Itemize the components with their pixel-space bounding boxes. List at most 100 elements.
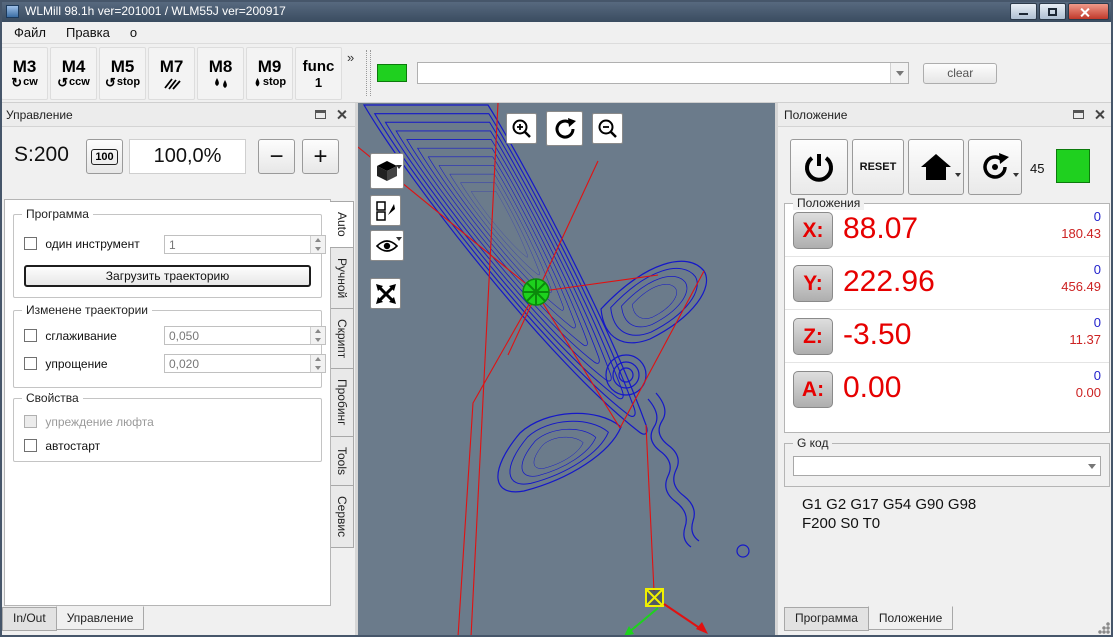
- reset-button[interactable]: RESET: [852, 139, 904, 195]
- toolpath-view[interactable]: [358, 103, 775, 637]
- y-axis-badge[interactable]: Y:: [793, 265, 833, 302]
- coolant-drops-icon: [214, 77, 227, 88]
- home-button[interactable]: [908, 139, 964, 195]
- tab-tools[interactable]: Tools: [331, 435, 354, 486]
- spindle-rotate-icon: [983, 153, 1009, 179]
- z-axis-badge[interactable]: Z:: [793, 318, 833, 355]
- feed-override-display: 100,0%: [129, 139, 246, 174]
- edit-path-button[interactable]: [370, 195, 401, 226]
- menu-edit[interactable]: Правка: [56, 23, 120, 42]
- spinbox-arrows[interactable]: [310, 236, 325, 253]
- menu-file[interactable]: Файл: [4, 23, 56, 42]
- status-indicator: [377, 64, 408, 82]
- m3-spindle-cw-button[interactable]: M3 ↻ cw: [1, 46, 48, 100]
- tab-manual[interactable]: Ручной: [331, 246, 354, 309]
- tool-number-spinbox[interactable]: 1: [164, 235, 326, 254]
- m9-coolant-stop-button[interactable]: M9 stop: [246, 46, 293, 100]
- clear-button[interactable]: clear: [923, 62, 998, 84]
- gcode-line-2: F200 S0 T0: [802, 515, 881, 532]
- axis-row-x: X: 88.07 0 180.43: [785, 204, 1109, 257]
- feed-increase-button[interactable]: +: [302, 139, 339, 174]
- autostart-row: автостарт: [24, 439, 100, 453]
- minimize-button[interactable]: [1010, 2, 1037, 20]
- x-axis-limit: 180.43: [1061, 226, 1101, 241]
- left-dock-tabs: In/Out Управление: [2, 606, 145, 631]
- autostart-checkbox[interactable]: [24, 439, 37, 452]
- simplify-spinbox[interactable]: 0,020: [164, 354, 326, 373]
- home-icon: [921, 154, 951, 180]
- zoom-out-button[interactable]: [592, 113, 623, 144]
- a-axis-limit: 0.00: [1075, 385, 1101, 400]
- modal-gcode-state: G1 G2 G17 G54 G90 G98 F200 S0 T0: [802, 495, 976, 533]
- func1-button[interactable]: func 1: [295, 46, 342, 100]
- stop-arrow-icon: ↺: [104, 75, 116, 90]
- smoothing-row: сглаживание: [24, 329, 117, 343]
- x-axis-badge[interactable]: X:: [793, 212, 833, 249]
- mode-tabs: Auto Ручной Скрипт Пробинг Tools Сервис: [330, 201, 358, 548]
- tab-inout[interactable]: In/Out: [2, 607, 57, 631]
- combobox-arrow-icon[interactable]: [890, 63, 909, 83]
- m8-coolant-on-button[interactable]: M8: [197, 46, 244, 100]
- single-tool-checkbox[interactable]: [24, 237, 37, 250]
- float-panel-icon[interactable]: [315, 110, 326, 119]
- tab-script[interactable]: Скрипт: [331, 307, 354, 370]
- visibility-button[interactable]: [370, 230, 404, 261]
- fit-view-button[interactable]: [370, 278, 401, 309]
- power-icon: [805, 154, 833, 182]
- view-mode-button[interactable]: [370, 153, 404, 189]
- load-trajectory-button[interactable]: Загрузить траекторию: [24, 265, 311, 287]
- toolbar: M3 ↻ cw M4 ↺ ccw M5 ↺ stop M7 M8 M9 stop…: [0, 44, 1113, 103]
- tab-control[interactable]: Управление: [55, 606, 145, 630]
- zoom-in-button[interactable]: [506, 113, 537, 144]
- close-panel-icon[interactable]: [1094, 109, 1105, 120]
- tab-position[interactable]: Положение: [867, 606, 954, 630]
- properties-group: Свойства упреждение люфта автостарт: [13, 391, 322, 462]
- maximize-button[interactable]: [1039, 2, 1066, 20]
- axis-row-z: Z: -3.50 0 11.37: [785, 310, 1109, 363]
- toolbar-overflow-chevron[interactable]: »: [347, 44, 354, 65]
- tab-auto[interactable]: Auto: [330, 201, 354, 248]
- close-button[interactable]: [1068, 2, 1109, 20]
- window-title: WLMill 98.1h ver=201001 / WLM55J ver=200…: [25, 4, 286, 18]
- control-panel-title: Управление: [6, 107, 73, 122]
- tab-probing[interactable]: Пробинг: [331, 368, 354, 437]
- simplify-checkbox[interactable]: [24, 357, 37, 370]
- speed-reset-100-button[interactable]: 100: [86, 139, 123, 174]
- y-axis-limit: 456.49: [1061, 279, 1101, 294]
- resize-grip[interactable]: [1098, 622, 1110, 634]
- wlmill-window: WLMill 98.1h ver=201001 / WLM55J ver=200…: [0, 0, 1113, 637]
- maximize-icon: [1048, 7, 1057, 16]
- gcode-combobox[interactable]: [793, 456, 1101, 476]
- backlash-row: упреждение люфта: [24, 415, 154, 429]
- spindle-orient-button[interactable]: [968, 139, 1022, 195]
- backlash-checkbox: [24, 415, 37, 428]
- modify-trajectory-group: Изменене траектории сглаживание 0,050 уп…: [13, 303, 326, 388]
- control-panel-titlebar: Управление: [0, 103, 355, 127]
- m5-spindle-stop-button[interactable]: M5 ↺ stop: [99, 46, 146, 100]
- close-panel-icon[interactable]: [336, 109, 347, 120]
- float-panel-icon[interactable]: [1073, 110, 1084, 119]
- machine-status-indicator: [1056, 149, 1090, 183]
- zoom-in-icon: [512, 119, 531, 138]
- smoothing-spinbox[interactable]: 0,050: [164, 326, 326, 345]
- air-blast-icon: [163, 77, 181, 90]
- single-tool-row: один инструмент: [24, 237, 140, 251]
- command-combobox[interactable]: [417, 62, 910, 84]
- y-axis-zero: 0: [1093, 262, 1101, 277]
- rotate-view-button[interactable]: [546, 111, 583, 146]
- power-button[interactable]: [790, 139, 848, 195]
- menu-about[interactable]: о: [120, 23, 147, 42]
- m4-spindle-ccw-button[interactable]: M4 ↺ ccw: [50, 46, 97, 100]
- gcode-group: G код: [784, 436, 1110, 487]
- a-axis-badge[interactable]: A:: [793, 371, 833, 408]
- feed-decrease-button[interactable]: −: [258, 139, 295, 174]
- smoothing-checkbox[interactable]: [24, 329, 37, 342]
- gcode-line-1: G1 G2 G17 G54 G90 G98: [802, 496, 977, 513]
- x-axis-value: 88.07: [843, 212, 919, 245]
- gcode-combobox-arrow-icon[interactable]: [1083, 457, 1100, 475]
- spindle-speed-label: S:200: [14, 143, 69, 166]
- m7-air-blast-button[interactable]: M7: [148, 46, 195, 100]
- tab-program[interactable]: Программа: [784, 607, 869, 631]
- tab-service[interactable]: Сервис: [331, 484, 354, 548]
- program-group: Программа один инструмент 1 Загрузить тр…: [13, 207, 326, 298]
